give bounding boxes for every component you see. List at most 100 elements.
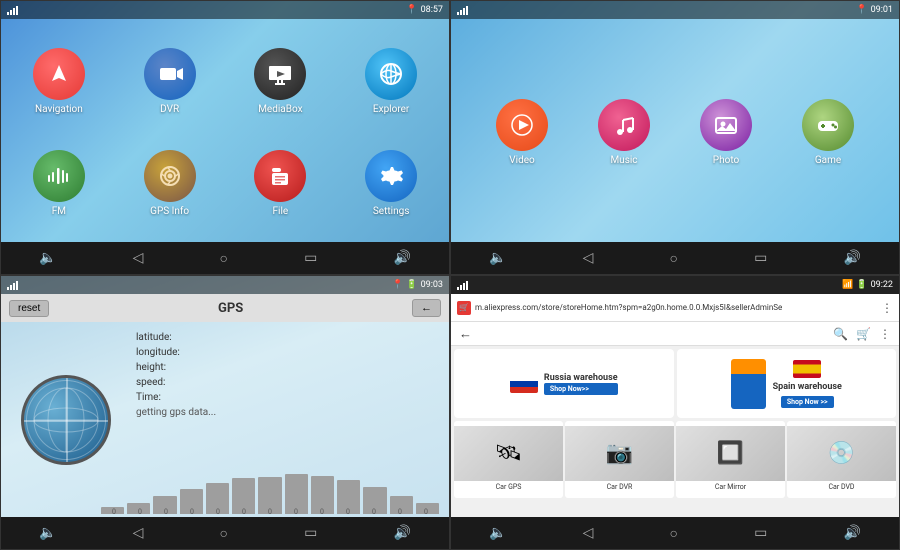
status-bar-3: 📍 🔋 09:03 (1, 276, 449, 294)
music-label: Music (610, 155, 637, 166)
product-gps[interactable]: 🛰 Car GPS (454, 421, 563, 498)
game-label: Game (815, 155, 841, 166)
browser-menu-icon[interactable]: ⋮ (881, 301, 893, 315)
volume-down-icon-2[interactable]: 🔈 (489, 250, 506, 266)
recent-icon-2[interactable]: ▭ (754, 250, 767, 266)
screen-browser: 📶 🔋 09:22 🛒 m.aliexpress.com/store/store… (450, 275, 900, 550)
app-navigation[interactable]: Navigation (6, 33, 112, 130)
wifi-icon-4: 📶 (842, 280, 853, 290)
explorer-icon (365, 48, 417, 100)
volume-down-icon-1[interactable]: 🔈 (39, 250, 56, 266)
status-left-4 (457, 280, 468, 290)
volume-up-icon-2[interactable]: 🔊 (843, 250, 860, 266)
back-icon-1[interactable]: ◁ (133, 250, 144, 266)
latitude-label: latitude: (136, 332, 172, 343)
gps-speed-row: speed: (136, 377, 444, 388)
russia-warehouse-banner[interactable]: Russia warehouse Shop Now>> (454, 349, 674, 418)
home-icon-4[interactable]: ○ (670, 525, 678, 542)
gps-bar-label-10: 0 (372, 508, 376, 516)
russia-flag (510, 375, 538, 393)
browser-more-icon[interactable]: ⋮ (879, 327, 891, 341)
gps-bar-label-5: 0 (242, 508, 246, 516)
browser-toolbar: ← 🔍 🛒 ⋮ (451, 322, 899, 346)
gps-bar-label-7: 0 (294, 508, 298, 516)
longitude-label: longitude: (136, 347, 180, 358)
volume-down-icon-4[interactable]: 🔈 (489, 525, 506, 541)
dvr-label: DVR (160, 104, 179, 115)
gps-signal-bars (101, 464, 439, 514)
screen-gps: 📍 🔋 09:03 reset GPS ← (0, 275, 450, 550)
volume-down-icon-3[interactable]: 🔈 (39, 525, 56, 541)
status-right-4: 📶 🔋 09:22 (842, 280, 893, 290)
location-icon-1: 📍 (406, 5, 417, 15)
app-video[interactable]: Video (496, 99, 548, 166)
person-img (731, 359, 766, 409)
recent-icon-3[interactable]: ▭ (304, 525, 317, 541)
product-mirror[interactable]: 🔲 Car Mirror (676, 421, 785, 498)
status-right-1: 📍 08:57 (406, 5, 443, 15)
gps-reset-button[interactable]: reset (9, 300, 49, 317)
browser-cart-icon[interactable]: 🛒 (856, 327, 871, 341)
product-dvr[interactable]: 📷 Car DVR (565, 421, 674, 498)
back-icon-2[interactable]: ◁ (583, 250, 594, 266)
app-gpsinfo[interactable]: GPS Info (117, 135, 223, 232)
app-game[interactable]: Game (802, 99, 854, 166)
spain-shop-btn[interactable]: Shop Now >> (781, 396, 834, 408)
gps-height-row: height: (136, 362, 444, 373)
gps-back-button[interactable]: ← (412, 299, 441, 317)
app-settings[interactable]: Settings (338, 135, 444, 232)
recent-icon-4[interactable]: ▭ (754, 525, 767, 541)
recent-icon-1[interactable]: ▭ (304, 250, 317, 266)
home-icon-1[interactable]: ○ (220, 250, 228, 267)
speed-label: speed: (136, 377, 165, 388)
clock-2: 09:01 (871, 5, 893, 15)
screen-media: 📍 09:01 Video (450, 0, 900, 275)
photo-label: Photo (713, 155, 739, 166)
app-photo[interactable]: Photo (700, 99, 752, 166)
app-music[interactable]: Music (598, 99, 650, 166)
gps-time-label: Time: (136, 392, 161, 403)
app-fm[interactable]: FM (6, 135, 112, 232)
gps-title: GPS (218, 301, 243, 316)
home-icon-2[interactable]: ○ (670, 250, 678, 267)
gps-bar-label-3: 0 (190, 508, 194, 516)
russia-title: Russia warehouse (544, 373, 618, 383)
status-bar-1: 📍 08:57 (1, 1, 449, 19)
clock-4: 09:22 (871, 280, 893, 290)
gps-time-row: Time: (136, 392, 444, 403)
app-grid: Navigation DVR MediaBox (1, 23, 449, 242)
signal-2 (457, 5, 468, 15)
gpsinfo-label: GPS Info (150, 206, 189, 217)
product-mirror-label: Car Mirror (713, 481, 748, 493)
app-file[interactable]: File (228, 135, 334, 232)
volume-up-icon-4[interactable]: 🔊 (843, 525, 860, 541)
gps-bar-label-8: 0 (320, 508, 324, 516)
app-explorer[interactable]: Explorer (338, 33, 444, 130)
banner-row: Russia warehouse Shop Now>> Spain wareho… (451, 346, 899, 421)
fm-icon (33, 150, 85, 202)
gps-latitude-row: latitude: (136, 332, 444, 343)
mediabox-icon (254, 48, 306, 100)
globe-ring (26, 380, 106, 460)
signal-3 (7, 280, 18, 290)
product-dvd[interactable]: 💿 Car DVD (787, 421, 896, 498)
home-icon-3[interactable]: ○ (220, 525, 228, 542)
volume-up-icon-1[interactable]: 🔊 (393, 250, 410, 266)
back-icon-4[interactable]: ◁ (583, 525, 594, 541)
file-icon (254, 150, 306, 202)
battery-icon-4: 🔋 (856, 280, 867, 290)
spain-warehouse-banner[interactable]: Spain warehouse Shop Now >> (677, 349, 897, 418)
app-dvr[interactable]: DVR (117, 33, 223, 130)
volume-up-icon-3[interactable]: 🔊 (393, 525, 410, 541)
browser-back-button[interactable]: ← (459, 326, 472, 342)
back-icon-3[interactable]: ◁ (133, 525, 144, 541)
nav-bar-3: 🔈 ◁ ○ ▭ 🔊 (1, 517, 449, 549)
browser-search-icon[interactable]: 🔍 (833, 327, 848, 341)
gps-toolbar: reset GPS ← (1, 294, 449, 322)
video-icon (496, 99, 548, 151)
gps-bar-label-9: 0 (346, 508, 350, 516)
product-mirror-img: 🔲 (676, 426, 785, 481)
russia-shop-btn[interactable]: Shop Now>> (544, 383, 618, 395)
dvr-icon (144, 48, 196, 100)
app-mediabox[interactable]: MediaBox (228, 33, 334, 130)
